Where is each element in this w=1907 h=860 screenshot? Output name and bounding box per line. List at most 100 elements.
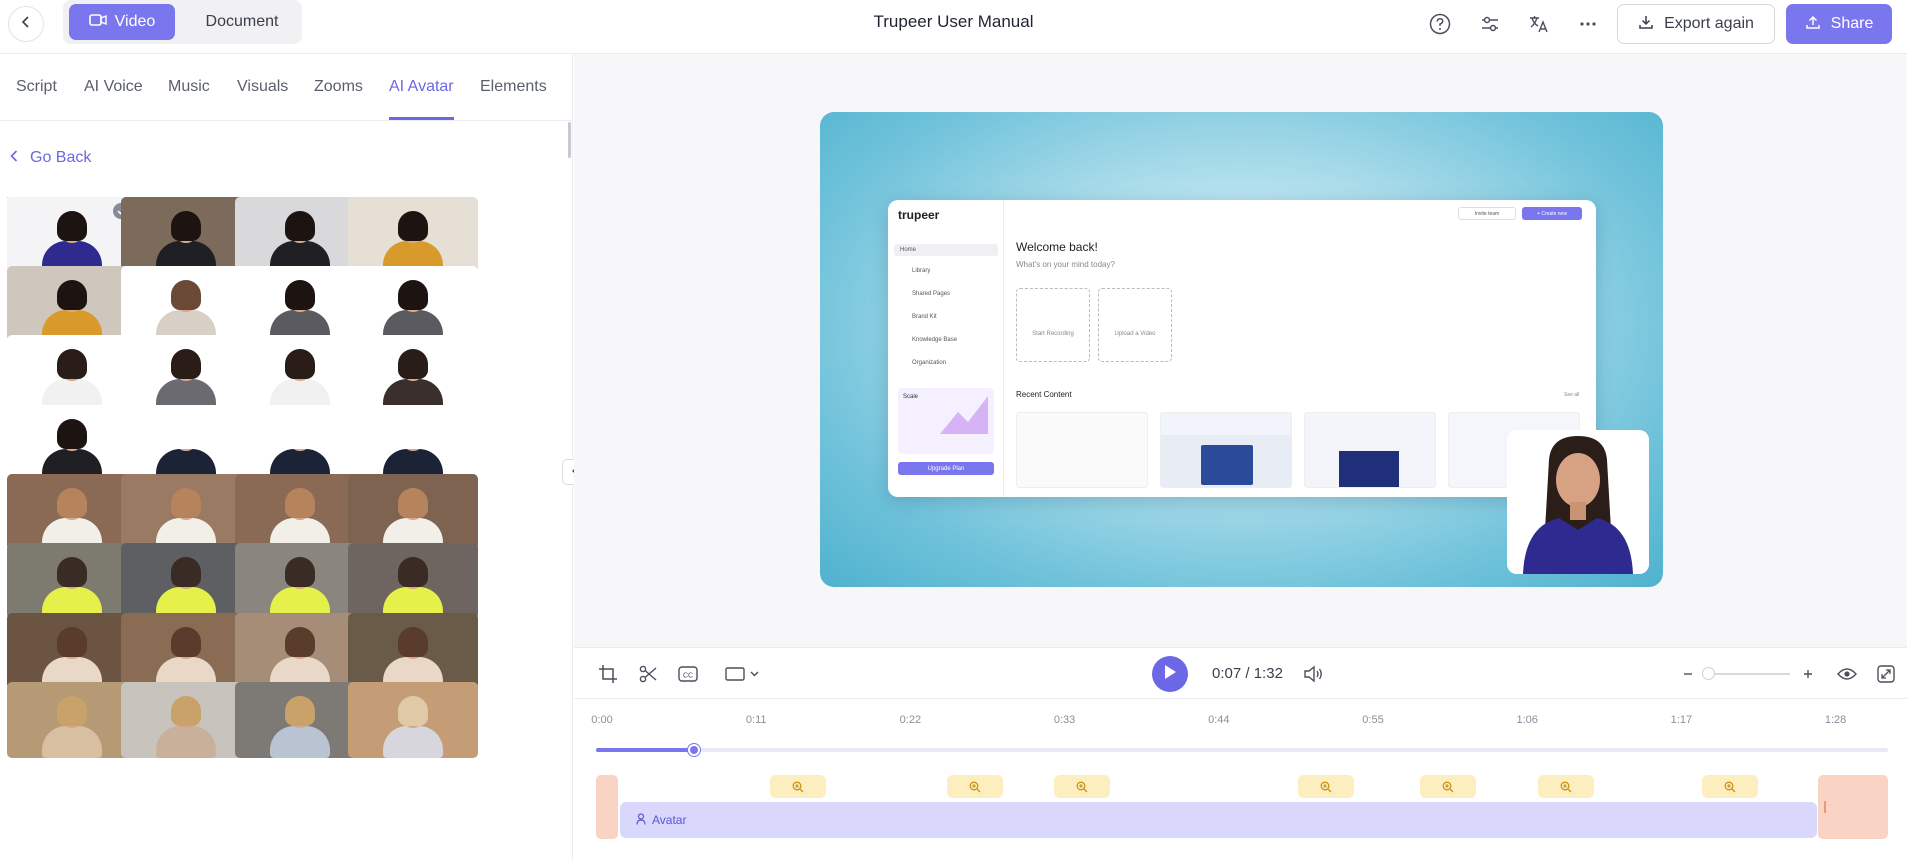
- avatar-option[interactable]: [235, 266, 365, 342]
- avatar-option[interactable]: [121, 613, 251, 689]
- avatar-figure: [383, 211, 443, 273]
- recording-nav-item: Library: [912, 268, 931, 274]
- avatar-option[interactable]: [348, 613, 478, 689]
- video-camera-icon: [88, 13, 107, 32]
- zoom-clip[interactable]: [1054, 775, 1110, 798]
- playhead-handle[interactable]: [688, 744, 701, 756]
- recording-nav-item: Knowledge Base: [912, 337, 958, 343]
- tab-ai-avatar[interactable]: AI Avatar: [389, 78, 454, 96]
- avatar-option[interactable]: [121, 405, 251, 481]
- avatar-option[interactable]: [121, 682, 251, 758]
- panel-scrollbar[interactable]: [568, 122, 571, 158]
- tab-elements[interactable]: Elements: [480, 78, 547, 96]
- avatar-option[interactable]: [235, 474, 365, 550]
- zoom-clip[interactable]: [947, 775, 1003, 798]
- time-separator: /: [1245, 665, 1250, 682]
- avatar-option[interactable]: [7, 543, 137, 619]
- avatar-option[interactable]: [348, 474, 478, 550]
- zoom-in-icon: [1724, 781, 1736, 792]
- video-canvas[interactable]: trupeer Home Library Shared Pages Brand …: [820, 112, 1663, 587]
- aspect-ratio-dropdown[interactable]: [724, 662, 764, 686]
- avatar-overlay[interactable]: [1507, 430, 1649, 574]
- avatar-option[interactable]: [121, 266, 251, 342]
- tab-ai-voice[interactable]: AI Voice: [84, 78, 143, 96]
- avatar-track[interactable]: Avatar: [620, 802, 1817, 838]
- avatar-option[interactable]: [121, 335, 251, 411]
- avatar-option[interactable]: [348, 405, 478, 481]
- avatar-option[interactable]: [121, 474, 251, 550]
- recording-start-card: Start Recording: [1016, 288, 1090, 362]
- recording-promo-title: Scale: [903, 394, 919, 400]
- avatar-option[interactable]: [235, 335, 365, 411]
- playhead-track[interactable]: [596, 748, 1888, 752]
- recording-nav-item: Brand Kit: [912, 314, 937, 320]
- play-button[interactable]: [1152, 656, 1188, 692]
- zoom-in-icon: [792, 781, 804, 792]
- intro-clip[interactable]: [596, 775, 618, 839]
- eye-icon[interactable]: [1835, 662, 1859, 686]
- avatar-option[interactable]: [235, 405, 365, 481]
- more-options-icon[interactable]: [1574, 10, 1602, 38]
- avatar-option[interactable]: [348, 682, 478, 758]
- tab-zooms[interactable]: Zooms: [314, 78, 363, 96]
- avatar-option[interactable]: [121, 197, 251, 273]
- timeline-tick-label: 1:17: [1670, 714, 1693, 726]
- avatar-figure: [383, 419, 443, 481]
- top-bar: Video Document Trupeer User Manual Expor…: [0, 0, 1907, 54]
- tab-music[interactable]: Music: [168, 78, 210, 96]
- timeline-zoom-handle[interactable]: [1702, 667, 1715, 680]
- avatar-option[interactable]: [348, 266, 478, 342]
- export-again-button[interactable]: Export again: [1617, 4, 1775, 44]
- share-button[interactable]: Share: [1786, 4, 1892, 44]
- captions-icon[interactable]: CC: [676, 662, 700, 686]
- recording-logo: trupeer: [898, 208, 940, 222]
- scissors-icon[interactable]: [636, 662, 660, 686]
- promo-chart-graphic: [940, 396, 988, 434]
- back-button[interactable]: [8, 6, 44, 42]
- avatar-option[interactable]: [348, 335, 478, 411]
- playhead-progress: [596, 748, 695, 752]
- share-label: Share: [1830, 15, 1874, 32]
- avatar-option[interactable]: [348, 197, 478, 273]
- avatar-figure: [270, 488, 330, 550]
- avatar-option[interactable]: [7, 405, 137, 481]
- outro-handle[interactable]: [1824, 801, 1826, 813]
- recording-upload-card: Upload a Video: [1098, 288, 1172, 362]
- avatar-figure: [42, 419, 102, 481]
- tab-visuals[interactable]: Visuals: [237, 78, 288, 96]
- avatar-option[interactable]: [7, 335, 137, 411]
- outro-clip[interactable]: [1818, 775, 1888, 839]
- avatar-option[interactable]: [235, 613, 365, 689]
- video-mode-button[interactable]: Video: [69, 4, 175, 40]
- zoom-in-icon: [1076, 781, 1088, 792]
- avatar-option[interactable]: [7, 197, 140, 276]
- zoom-in-icon: [1320, 781, 1332, 792]
- document-mode-button[interactable]: Document: [188, 4, 296, 40]
- zoom-clip[interactable]: [1702, 775, 1758, 798]
- avatar-option[interactable]: [7, 474, 137, 550]
- zoom-clip[interactable]: [1420, 775, 1476, 798]
- zoom-clip[interactable]: [770, 775, 826, 798]
- settings-sliders-icon[interactable]: [1476, 10, 1504, 38]
- avatar-option[interactable]: [235, 197, 365, 273]
- zoom-in-icon[interactable]: [1796, 662, 1820, 686]
- avatar-option[interactable]: [7, 682, 137, 758]
- avatar-option[interactable]: [7, 613, 137, 689]
- fullscreen-icon[interactable]: [1874, 662, 1898, 686]
- zoom-clip[interactable]: [1538, 775, 1594, 798]
- translate-icon[interactable]: [1525, 10, 1553, 38]
- avatar-option[interactable]: [348, 543, 478, 619]
- zoom-clip[interactable]: [1298, 775, 1354, 798]
- go-back-link[interactable]: Go Back: [10, 149, 91, 167]
- avatar-figure: [156, 211, 216, 273]
- crop-icon[interactable]: [596, 662, 620, 686]
- avatar-option[interactable]: [7, 266, 137, 342]
- help-icon[interactable]: [1426, 10, 1454, 38]
- timeline-zoom-slider[interactable]: [1708, 673, 1790, 675]
- volume-icon[interactable]: [1302, 662, 1326, 686]
- tab-script[interactable]: Script: [16, 78, 57, 96]
- avatar-option[interactable]: [121, 543, 251, 619]
- zoom-out-icon[interactable]: [1676, 662, 1700, 686]
- avatar-option[interactable]: [235, 682, 365, 758]
- avatar-option[interactable]: [235, 543, 365, 619]
